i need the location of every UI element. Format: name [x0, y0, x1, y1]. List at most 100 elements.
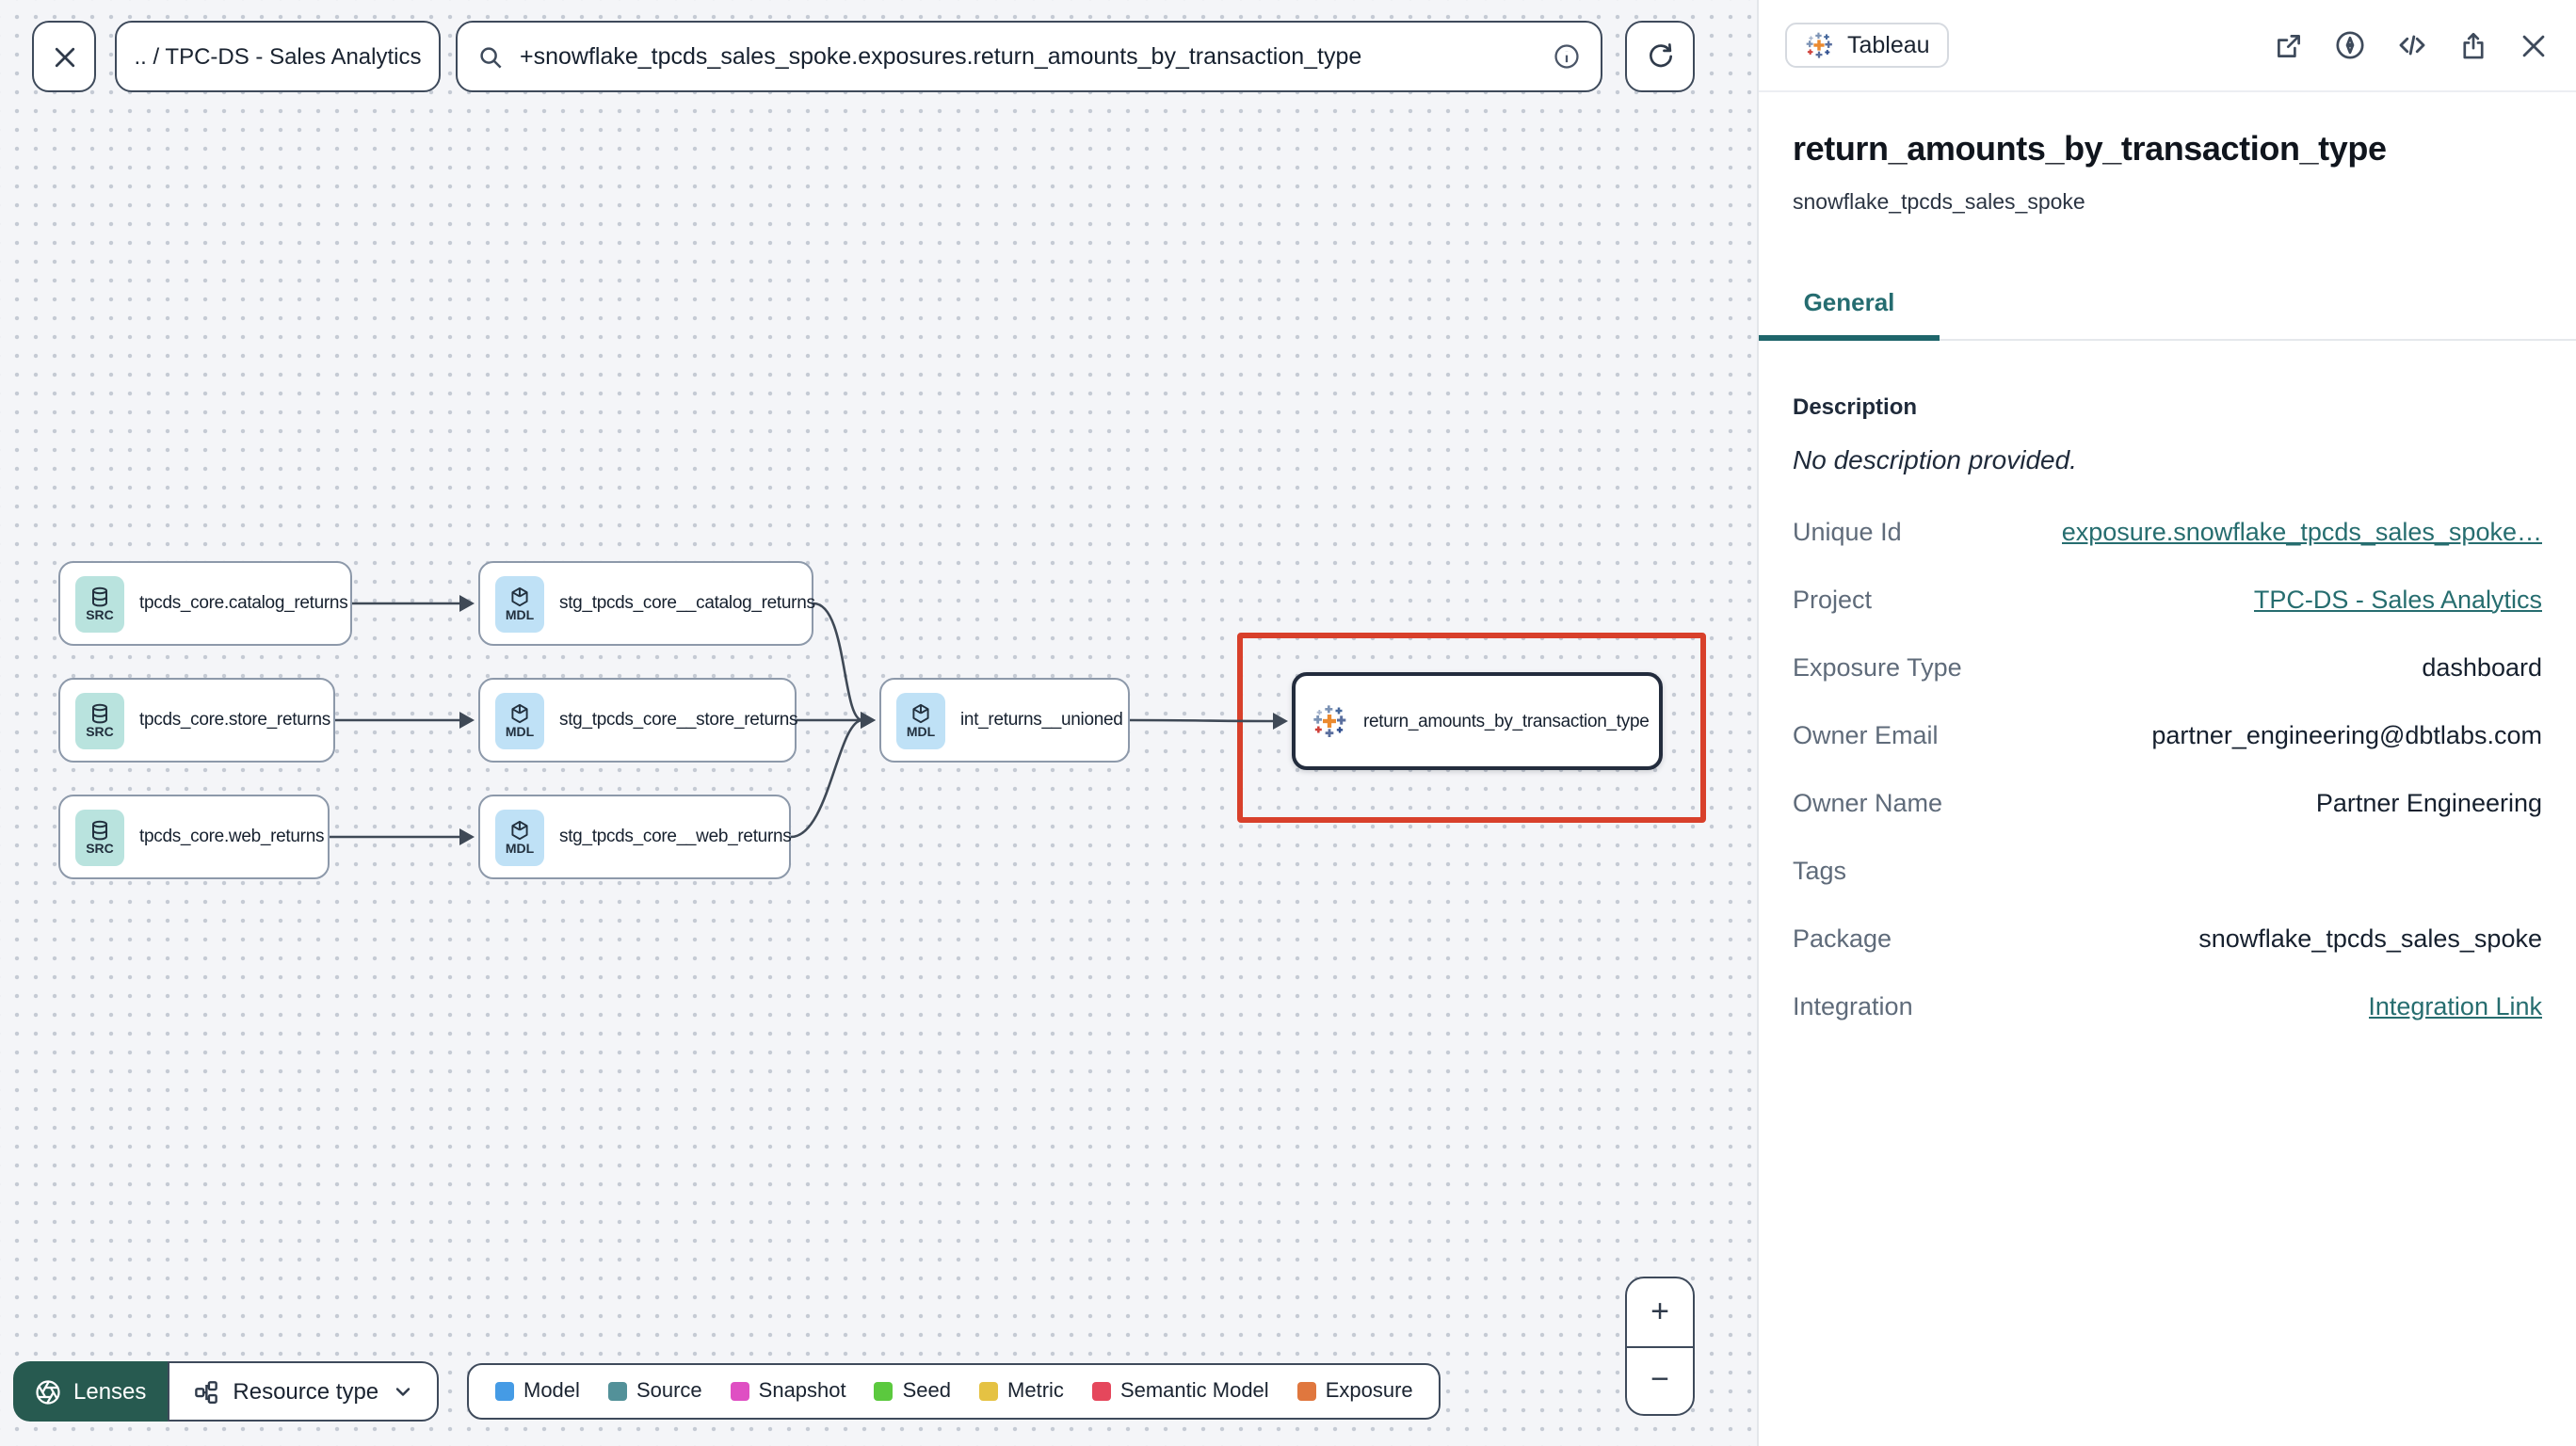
tab-general[interactable]: General [1759, 277, 1940, 342]
panel-header: Tableau [1759, 0, 2576, 92]
tableau-logo-icon [1311, 702, 1348, 740]
resource-type-button[interactable]: Resource type [167, 1361, 440, 1422]
search-bar [456, 21, 1602, 92]
code-icon[interactable] [2395, 28, 2429, 62]
model-badge: MDL [495, 809, 544, 865]
source-badge: SRC [75, 575, 124, 632]
field-label: Package [1793, 924, 1892, 953]
dag-node-exposure[interactable]: return_amounts_by_transaction_type [1292, 672, 1663, 770]
legend-color-swatch [730, 1382, 749, 1401]
resource-type-label: Resource type [233, 1378, 379, 1405]
field-row: Exposure Type dashboard [1793, 633, 2542, 700]
legend-label: Seed [902, 1380, 952, 1403]
aperture-icon [34, 1377, 62, 1406]
zoom-out-label: − [1650, 1361, 1669, 1398]
search-input[interactable] [520, 43, 1537, 70]
field-label: Owner Name [1793, 788, 1943, 817]
close-icon [50, 42, 78, 71]
legend-label: Model [523, 1380, 580, 1403]
dag-node-model[interactable]: MDL stg_tpcds_core__web_returns [478, 795, 792, 879]
dag-node-source[interactable]: SRC tpcds_core.store_returns [58, 678, 335, 763]
field-label: Project [1793, 585, 1873, 614]
field-label: Tags [1793, 856, 1847, 885]
legend-item: Source [607, 1380, 702, 1403]
field-row: Owner Email partner_engineering@dbtlabs.c… [1793, 700, 2542, 768]
field-value: Partner Engineering [2315, 788, 2542, 817]
share-icon[interactable] [2457, 29, 2489, 61]
dag-node-model[interactable]: MDL stg_tpcds_core__store_returns [478, 678, 798, 763]
database-icon [89, 818, 111, 841]
cube-icon [508, 585, 531, 607]
field-value: partner_engineering@dbtlabs.com [2151, 720, 2542, 749]
package-subtitle: snowflake_tpcds_sales_spoke [1793, 192, 2085, 216]
field-label: Unique Id [1793, 517, 1902, 546]
zoom-in-button[interactable]: + [1627, 1278, 1693, 1347]
node-label: stg_tpcds_core__catalog_returns [559, 593, 815, 614]
node-label: tpcds_core.web_returns [139, 827, 325, 847]
legend-color-swatch [607, 1382, 627, 1401]
panel-fields: Unique Id exposure.snowflake_tpcds_sales_… [1793, 497, 2542, 1039]
breadcrumb-label: .. / TPC-DS - Sales Analytics [134, 43, 422, 70]
model-badge: MDL [495, 692, 544, 748]
legend-color-swatch [979, 1382, 999, 1401]
dag-node-source[interactable]: SRC tpcds_core.web_returns [58, 795, 330, 879]
legend-color-swatch [1296, 1382, 1316, 1401]
node-label: tpcds_core.catalog_returns [139, 593, 348, 614]
field-row: Package snowflake_tpcds_sales_spoke [1793, 904, 2542, 972]
details-panel: Tableau return_amounts_by_transaction_ty… [1757, 0, 2576, 1446]
info-icon[interactable] [1552, 41, 1582, 72]
panel-header-icons [2273, 28, 2550, 62]
field-value: snowflake_tpcds_sales_spoke [2198, 924, 2542, 953]
dbt-explorer-lineage-view: SRC tpcds_core.catalog_returns MDL stg_tpcd… [0, 0, 2576, 1446]
breadcrumb[interactable]: .. / TPC-DS - Sales Analytics [115, 21, 441, 92]
legend-label: Metric [1007, 1380, 1064, 1403]
close-button[interactable] [32, 21, 96, 92]
model-badge: MDL [495, 575, 544, 632]
node-label: tpcds_core.store_returns [139, 710, 330, 731]
tableau-badge-label: Tableau [1847, 32, 1930, 58]
node-label: stg_tpcds_core__web_returns [559, 827, 792, 847]
source-badge: SRC [75, 809, 124, 865]
legend-color-swatch [1091, 1382, 1111, 1401]
field-value-link[interactable]: exposure.snowflake_tpcds_sales_spoke… [2062, 517, 2542, 545]
model-badge: MDL [896, 692, 945, 748]
legend-item: Model [495, 1380, 580, 1403]
field-label: Owner Email [1793, 720, 1939, 749]
lenses-label: Lenses [73, 1378, 147, 1405]
cube-icon [508, 818, 531, 841]
zoom-in-label: + [1650, 1293, 1669, 1329]
lenses-control: Lenses Resource type [13, 1361, 440, 1422]
dag-node-model[interactable]: MDL stg_tpcds_core__catalog_returns [478, 561, 815, 646]
tableau-badge: Tableau [1785, 23, 1949, 68]
cube-icon [508, 701, 531, 724]
field-value-link[interactable]: Integration Link [2368, 991, 2542, 1020]
legend-item: Snapshot [730, 1380, 846, 1403]
field-value-link[interactable]: TPC-DS - Sales Analytics [2254, 585, 2542, 613]
close-panel-icon[interactable] [2518, 29, 2550, 61]
tableau-logo-icon [1804, 30, 1834, 60]
dag-node-model[interactable]: MDL int_returns__unioned [879, 678, 1130, 763]
zoom-out-button[interactable]: − [1627, 1347, 1693, 1414]
description-empty-text: No description provided. [1793, 444, 2077, 475]
legend-color-swatch [495, 1382, 514, 1401]
legend: Model Source Snapshot Seed Metric Semantic Mo… [467, 1363, 1441, 1420]
legend-label: Exposure [1325, 1380, 1413, 1403]
dag-node-source[interactable]: SRC tpcds_core.catalog_returns [58, 561, 352, 646]
explore-compass-icon[interactable] [2333, 28, 2367, 62]
node-label: stg_tpcds_core__store_returns [559, 710, 798, 731]
panel-tabs: General [1759, 277, 2576, 342]
legend-item: Semantic Model [1091, 1380, 1269, 1403]
lenses-button[interactable]: Lenses [13, 1361, 168, 1422]
open-external-icon[interactable] [2273, 29, 2305, 61]
database-icon [89, 701, 111, 724]
field-row: Owner Name Partner Engineering [1793, 768, 2542, 836]
legend-color-swatch [874, 1382, 894, 1401]
legend-label: Source [636, 1380, 702, 1403]
field-label: Integration [1793, 991, 1913, 1020]
description-heading: Description [1793, 394, 1918, 421]
refresh-button[interactable] [1625, 21, 1695, 92]
field-label: Exposure Type [1793, 652, 1962, 682]
field-row: Unique Id exposure.snowflake_tpcds_sales_… [1793, 497, 2542, 565]
page-title: return_amounts_by_transaction_type [1793, 130, 2387, 168]
legend-item: Exposure [1296, 1380, 1413, 1403]
